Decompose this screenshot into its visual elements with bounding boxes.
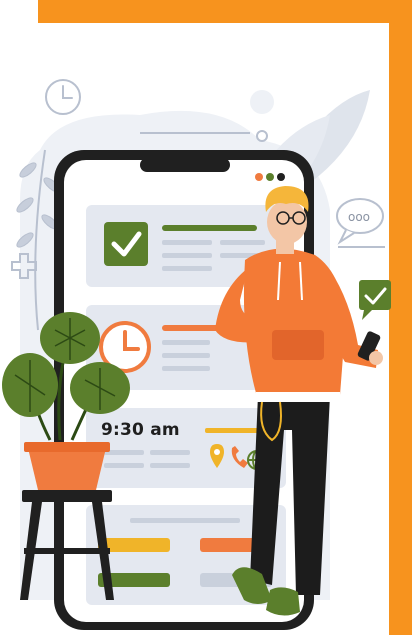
check-bubble-icon (359, 280, 391, 320)
phone-notch (140, 158, 230, 172)
card-line (205, 428, 260, 433)
illustration: ooo (2, 79, 391, 630)
card-line (162, 266, 212, 271)
card-line (150, 463, 190, 468)
hoodie-pocket (272, 330, 324, 360)
card-line (220, 240, 265, 245)
card-line (150, 450, 190, 455)
status-dot (266, 173, 274, 181)
svg-text:ooo: ooo (348, 210, 370, 224)
decor-circle (256, 130, 268, 142)
card-line (162, 240, 212, 245)
chat-bubble-icon: ooo (336, 198, 384, 245)
card-line (162, 366, 210, 371)
background-dot (250, 90, 274, 114)
card-line (104, 463, 144, 468)
card-line (162, 225, 257, 231)
card-line (104, 450, 144, 455)
check-icon (104, 222, 148, 266)
card-line (162, 253, 212, 258)
status-dot (255, 173, 263, 181)
card-line (130, 518, 240, 523)
time-label: 9:30 am (101, 420, 180, 440)
card-line (162, 353, 210, 358)
card-line (162, 340, 210, 345)
status-dot (277, 173, 285, 181)
clock-icon (45, 79, 81, 115)
